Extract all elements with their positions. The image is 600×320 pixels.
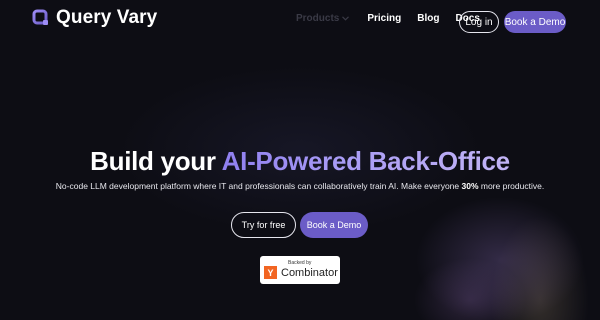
nav-products[interactable]: Products (296, 13, 350, 24)
nav-products-label: Products (296, 13, 340, 24)
book-demo-nav-button[interactable]: Book a Demo (504, 11, 566, 33)
brand-name: Query Vary (56, 7, 158, 28)
hero-subtitle-post: more productive. (478, 181, 545, 191)
yc-badge[interactable]: Backed by Y Combinator (260, 256, 340, 284)
hero-subtitle-pre: No-code LLM development platform where I… (55, 181, 462, 191)
query-vary-logo-icon (32, 9, 50, 27)
hero-title-accent: AI-Powered Back-Office (221, 146, 510, 176)
yc-name: Combinator (281, 267, 338, 279)
hero-subtitle-stat: 30% (461, 181, 479, 191)
nav-links: Products Pricing Blog Docs (296, 13, 480, 24)
nav-pricing[interactable]: Pricing (367, 13, 401, 24)
nav-blog[interactable]: Blog (417, 13, 439, 24)
hero-title-plain: Build your (90, 146, 222, 176)
yc-backed-by: Backed by (288, 260, 312, 266)
brand-logo[interactable]: Query Vary (32, 7, 157, 29)
login-button[interactable]: Log in (459, 11, 499, 33)
chevron-down-icon (342, 16, 350, 21)
book-demo-hero-button[interactable]: Book a Demo (300, 212, 368, 238)
yc-logo-icon: Y (264, 266, 277, 279)
hero-title: Build your AI-Powered Back-Office (0, 146, 600, 177)
hero-subtitle: No-code LLM development platform where I… (0, 181, 600, 191)
top-nav: Query Vary Products Pricing Blog Docs Lo… (0, 0, 600, 44)
try-for-free-button[interactable]: Try for free (231, 212, 296, 238)
